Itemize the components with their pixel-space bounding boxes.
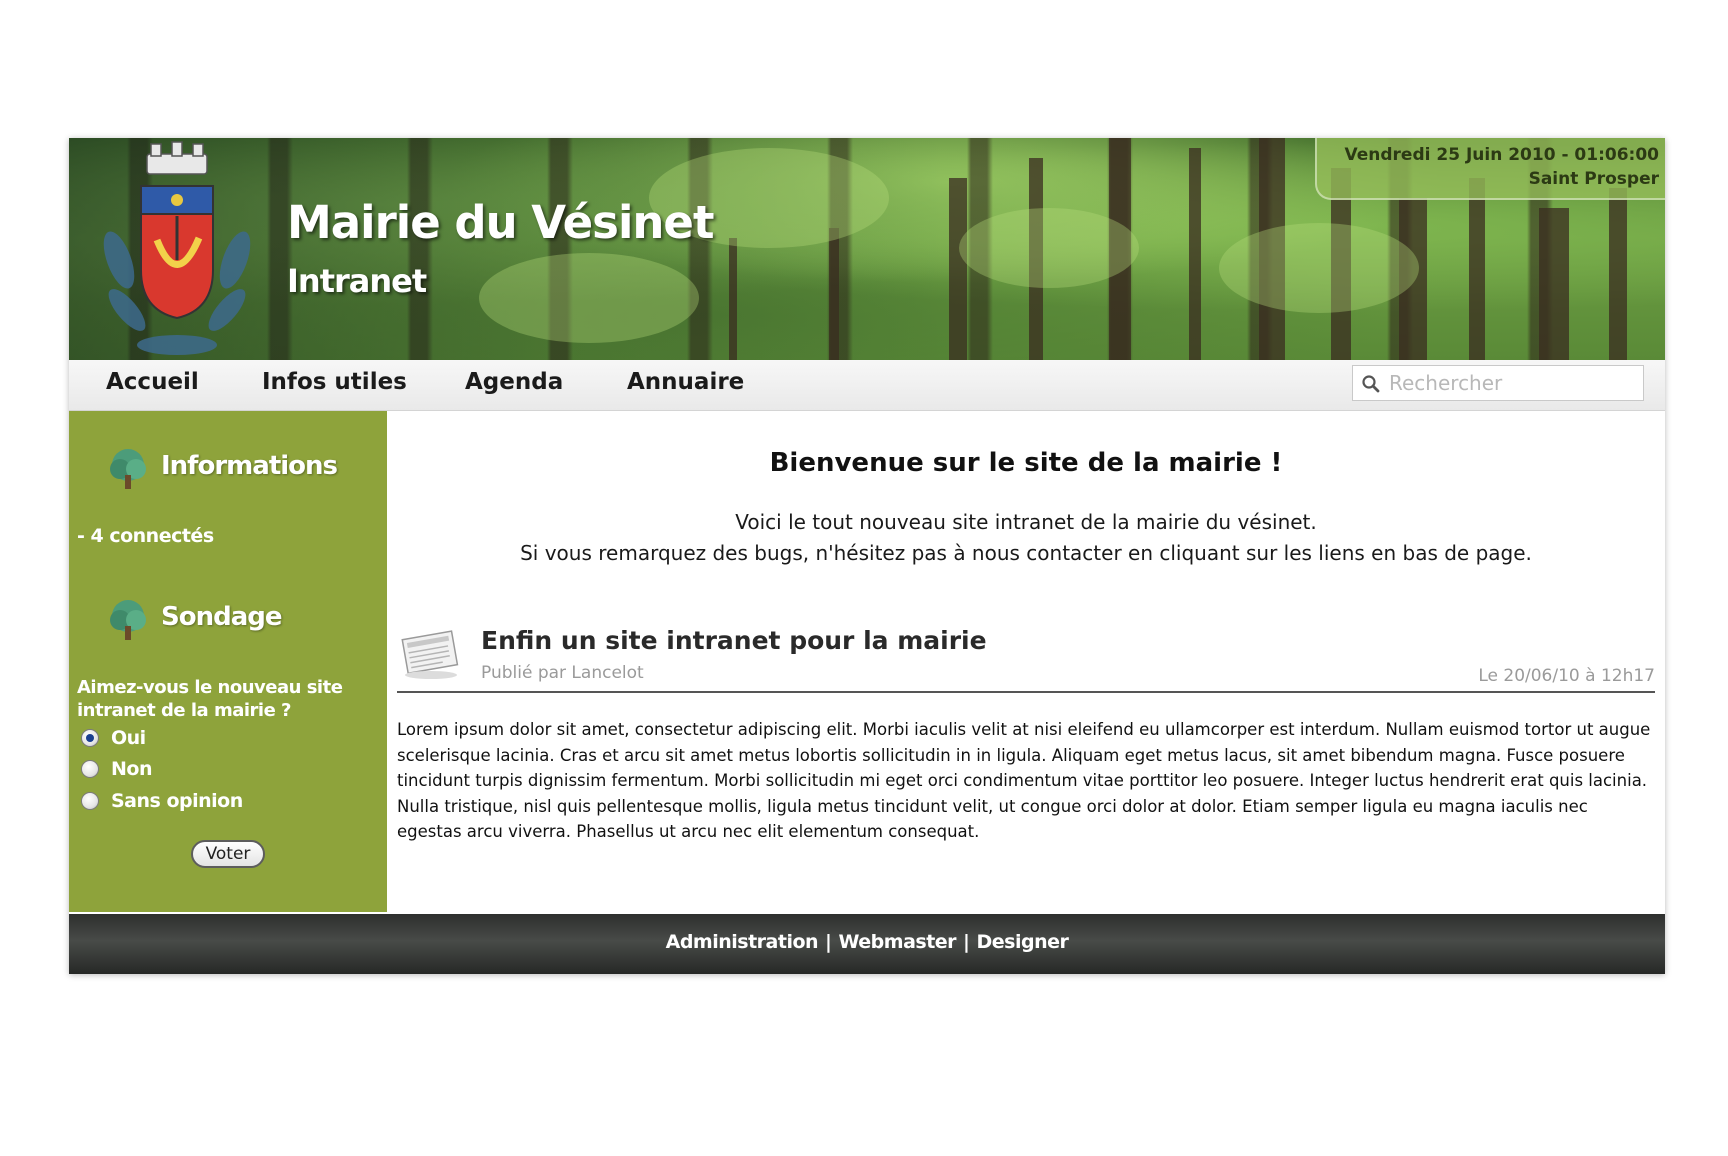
footer-link-administration[interactable]: Administration [666,931,819,953]
footer-links: Administration | Webmaster | Designer [666,931,1069,953]
radio-button-non[interactable] [81,760,99,778]
saint-of-day: Saint Prosper [1528,169,1659,189]
radio-button-sans-opinion[interactable] [81,792,99,810]
sidebar-info-header: Informations [105,447,365,495]
article-body: Lorem ipsum dolor sit amet, consectetur … [397,720,1651,841]
newspaper-icon [401,630,459,679]
poll-option-label: Non [111,758,152,780]
welcome-text-line-1: Voici le tout nouveau site intranet de l… [735,510,1317,534]
sidebar-info-title: Informations [161,451,338,481]
footer-separator: | [825,931,832,953]
current-datetime: Vendredi 25 Juin 2010 - 01:06:00 [1344,145,1659,165]
main-navigation: Accueil Infos utiles Agenda Annuaire [69,360,1665,411]
footer-link-webmaster[interactable]: Webmaster [839,931,957,953]
poll-option-label: Oui [111,727,146,749]
radio-button-oui[interactable] [81,729,99,747]
tree-icon [110,600,146,640]
search-icon[interactable] [1361,374,1381,394]
poll-option-label: Sans opinion [111,790,243,812]
welcome-title: Bienvenue sur le site de la mairie ! [769,448,1283,478]
footer-link-designer[interactable]: Designer [977,931,1069,953]
search-input[interactable] [1389,369,1637,397]
article-date: Le 20/06/10 à 12h17 [1478,666,1655,686]
nav-item-annuaire[interactable]: Annuaire [627,369,744,395]
sidebar-poll-header: Sondage [105,598,365,646]
tree-icon [110,449,146,489]
site-title: Mairie du Vésinet [287,196,714,249]
nav-item-agenda[interactable]: Agenda [465,369,563,395]
footer-separator: | [963,931,970,953]
footer: Administration | Webmaster | Designer [69,914,1665,974]
search-box [1352,365,1644,401]
main-content: Bienvenue sur le site de la mairie ! Voi… [387,411,1665,912]
site-container: Mairie du Vésinet Intranet Vendredi 25 J… [69,138,1665,974]
site-subtitle: Intranet [287,262,427,300]
crest-logo [103,141,251,355]
sidebar: Informations - 4 connectés Sondage Aimez… [69,411,387,912]
nav-item-infos-utiles[interactable]: Infos utiles [262,369,407,395]
nav-item-accueil[interactable]: Accueil [106,369,199,395]
vote-button[interactable]: Voter [191,840,265,868]
sidebar-poll-title: Sondage [161,602,282,632]
article-divider [397,691,1655,693]
welcome-text-line-2: Si vous remarquez des bugs, n'hésitez pa… [520,541,1532,565]
header-banner: Mairie du Vésinet Intranet Vendredi 25 J… [69,138,1665,360]
article-author: Publié par Lancelot [481,663,644,683]
date-box: Vendredi 25 Juin 2010 - 01:06:00 Saint P… [1315,138,1665,200]
poll-question: Aimez-vous le nouveau site intranet de l… [77,677,343,721]
article-title[interactable]: Enfin un site intranet pour la mairie [481,626,987,655]
connected-count: - 4 connectés [77,525,214,547]
